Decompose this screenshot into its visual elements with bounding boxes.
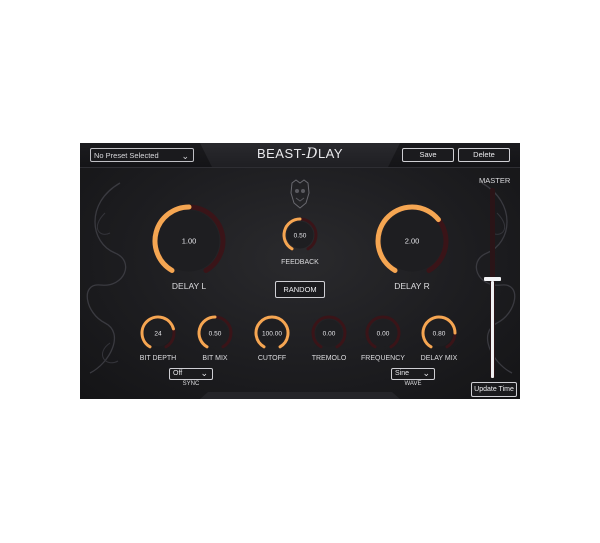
delay-mix-label: DELAY MIX	[420, 355, 458, 362]
frequency-knob[interactable]: 0.00	[365, 315, 401, 349]
wave-dropdown[interactable]: Sine ⌄	[391, 368, 435, 380]
master-label: MASTER	[479, 176, 511, 185]
bit-depth-label: BIT DEPTH	[139, 355, 177, 362]
delay-r-label: DELAY R	[394, 281, 430, 291]
bit-depth-knob-value: 24	[154, 330, 162, 337]
bit-mix-label: BIT MIX	[202, 355, 228, 362]
frequency-knob-value: 0.00	[377, 330, 390, 337]
cutoff-knob-value: 100.00	[262, 330, 282, 337]
bit-mix-knob[interactable]: 0.50	[197, 315, 233, 349]
cutoff-label: CUTOFF	[257, 355, 287, 362]
chevron-down-icon: ⌄	[200, 368, 208, 378]
wave-label: WAVE	[404, 381, 422, 387]
update-time-button[interactable]: Update Time	[471, 382, 517, 397]
master-slider-fill	[491, 281, 494, 378]
delay-mix-knob[interactable]: 0.80	[421, 315, 457, 349]
bit-depth-knob[interactable]: 24	[140, 315, 176, 349]
chevron-down-icon: ⌄	[422, 368, 430, 378]
plugin-window: No Preset Selected ⌄ BEAST-DLAY Save Del…	[80, 143, 520, 399]
tremolo-label: TREMOLO	[311, 355, 347, 362]
sync-label: SYNC	[182, 381, 200, 387]
feedback-knob-value: 0.50	[294, 232, 307, 239]
random-button[interactable]: RANDOM	[275, 281, 325, 298]
wave-value: Sine	[395, 370, 410, 377]
feedback-label: FEEDBACK	[281, 259, 319, 266]
sync-dropdown[interactable]: Off ⌄	[169, 368, 213, 380]
sync-value: Off	[173, 370, 183, 377]
frequency-label: FREQUENCY	[361, 355, 405, 362]
cutoff-knob[interactable]: 100.00	[254, 315, 290, 349]
tremolo-knob-value: 0.00	[323, 330, 336, 337]
delay-mix-knob-value: 0.80	[433, 330, 446, 337]
feedback-knob[interactable]: 0.50	[282, 217, 318, 251]
bottom-bar	[200, 392, 400, 399]
delay-l-label: DELAY L	[171, 281, 207, 291]
delay-r-knob[interactable]: 2.00	[375, 204, 449, 273]
delay-l-knob[interactable]: 1.00	[152, 204, 226, 273]
master-slider-handle[interactable]	[484, 277, 501, 282]
delay-r-knob-value: 2.00	[405, 237, 420, 246]
bit-mix-knob-value: 0.50	[209, 330, 222, 337]
delay-l-knob-value: 1.00	[182, 237, 197, 246]
tremolo-knob[interactable]: 0.00	[311, 315, 347, 349]
